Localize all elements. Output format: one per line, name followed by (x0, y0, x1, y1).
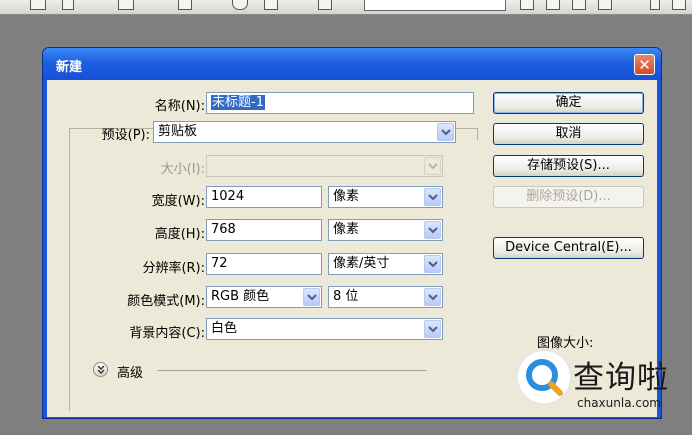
magnifier-icon (526, 359, 563, 396)
resolution-value: 72 (211, 256, 228, 271)
width-label: 宽度(W): (151, 194, 205, 209)
toolbar-tool-icon[interactable] (118, 0, 134, 10)
dialog-title: 新建 (56, 60, 83, 75)
chevron-down-icon (424, 157, 441, 175)
close-icon: ✕ (638, 56, 651, 74)
color-mode-value: RGB 颜色 (211, 289, 270, 304)
chevron-down-icon[interactable] (424, 221, 441, 239)
size-label: 大小(I): (160, 162, 205, 177)
background-value: 白色 (211, 321, 238, 336)
background-label: 背景内容(C): (129, 326, 205, 341)
height-label: 高度(H): (154, 227, 205, 242)
resolution-input[interactable]: 72 (206, 253, 322, 275)
toolbar-tool-icon[interactable] (30, 0, 46, 10)
toolbar-tool-icon[interactable] (232, 0, 248, 10)
height-value: 768 (211, 222, 236, 237)
watermark-circle (516, 349, 572, 405)
double-chevron-down-icon (97, 365, 105, 374)
width-input[interactable]: 1024 (206, 186, 322, 208)
close-button[interactable]: ✕ (634, 54, 655, 75)
advanced-divider (157, 370, 427, 371)
delete-preset-button: 删除预设(D)... (493, 186, 644, 208)
height-unit-value: 像素 (333, 222, 360, 237)
chevron-down-icon[interactable] (424, 320, 441, 338)
chevron-down-icon[interactable] (424, 188, 441, 206)
advanced-label[interactable]: 高级 (117, 362, 143, 381)
chevron-down-icon[interactable] (303, 288, 320, 306)
height-unit-select[interactable]: 像素 (328, 219, 443, 241)
cancel-button[interactable]: 取消 (493, 123, 644, 145)
chevron-down-icon[interactable] (437, 123, 454, 141)
app-toolbar (0, 0, 692, 15)
background-select[interactable]: 白色 (206, 318, 443, 340)
chevron-down-icon[interactable] (424, 255, 441, 273)
width-unit-select[interactable]: 像素 (328, 186, 443, 208)
resolution-unit-value: 像素/英寸 (333, 256, 390, 271)
resolution-unit-select[interactable]: 像素/英寸 (328, 253, 443, 275)
group-divider (477, 128, 478, 140)
width-value: 1024 (211, 189, 245, 204)
toolbar-tool-icon[interactable] (264, 0, 278, 10)
bit-depth-select[interactable]: 8 位 (328, 286, 443, 308)
toolbar-tool-icon[interactable] (598, 0, 612, 10)
toolbar-tool-icon[interactable] (546, 0, 560, 10)
toolbar-tool-icon[interactable] (572, 0, 586, 10)
preset-value: 剪贴板 (158, 124, 198, 139)
size-select (206, 155, 443, 177)
chevron-down-icon[interactable] (424, 288, 441, 306)
toolbar-tool-icon[interactable] (650, 0, 660, 10)
width-unit-value: 像素 (333, 189, 360, 204)
ok-button[interactable]: 确定 (493, 92, 644, 114)
color-mode-label: 颜色模式(M): (127, 294, 205, 309)
toolbar-tool-icon[interactable] (178, 0, 192, 10)
watermark-text: 查询啦 (573, 360, 669, 396)
name-input[interactable]: 未标题-1 (206, 92, 474, 114)
device-central-button[interactable]: Device Central(E)... (493, 237, 644, 259)
resolution-label: 分辨率(R): (142, 261, 205, 276)
watermark-logo: 查询啦 chaxunla.com (511, 343, 692, 423)
save-preset-button[interactable]: 存储预设(S)... (493, 155, 644, 177)
toolbar-tool-icon[interactable] (520, 0, 534, 10)
height-input[interactable]: 768 (206, 219, 322, 241)
preset-select[interactable]: 剪贴板 (153, 121, 456, 143)
name-value: 未标题-1 (211, 95, 265, 110)
toolbar-tool-icon[interactable] (672, 0, 686, 10)
advanced-toggle[interactable] (93, 362, 108, 377)
color-mode-select[interactable]: RGB 颜色 (206, 286, 322, 308)
bit-depth-value: 8 位 (333, 289, 359, 304)
preset-label: 预设(P): (101, 128, 150, 143)
toolbar-tool-icon[interactable] (62, 0, 74, 10)
name-label: 名称(N): (154, 99, 205, 114)
dialog-title-bar[interactable]: 新建 ✕ (43, 48, 661, 80)
toolbar-option-field[interactable] (364, 0, 506, 11)
toolbar-tool-icon[interactable] (318, 0, 332, 10)
watermark-url: chaxunla.com (577, 396, 661, 410)
